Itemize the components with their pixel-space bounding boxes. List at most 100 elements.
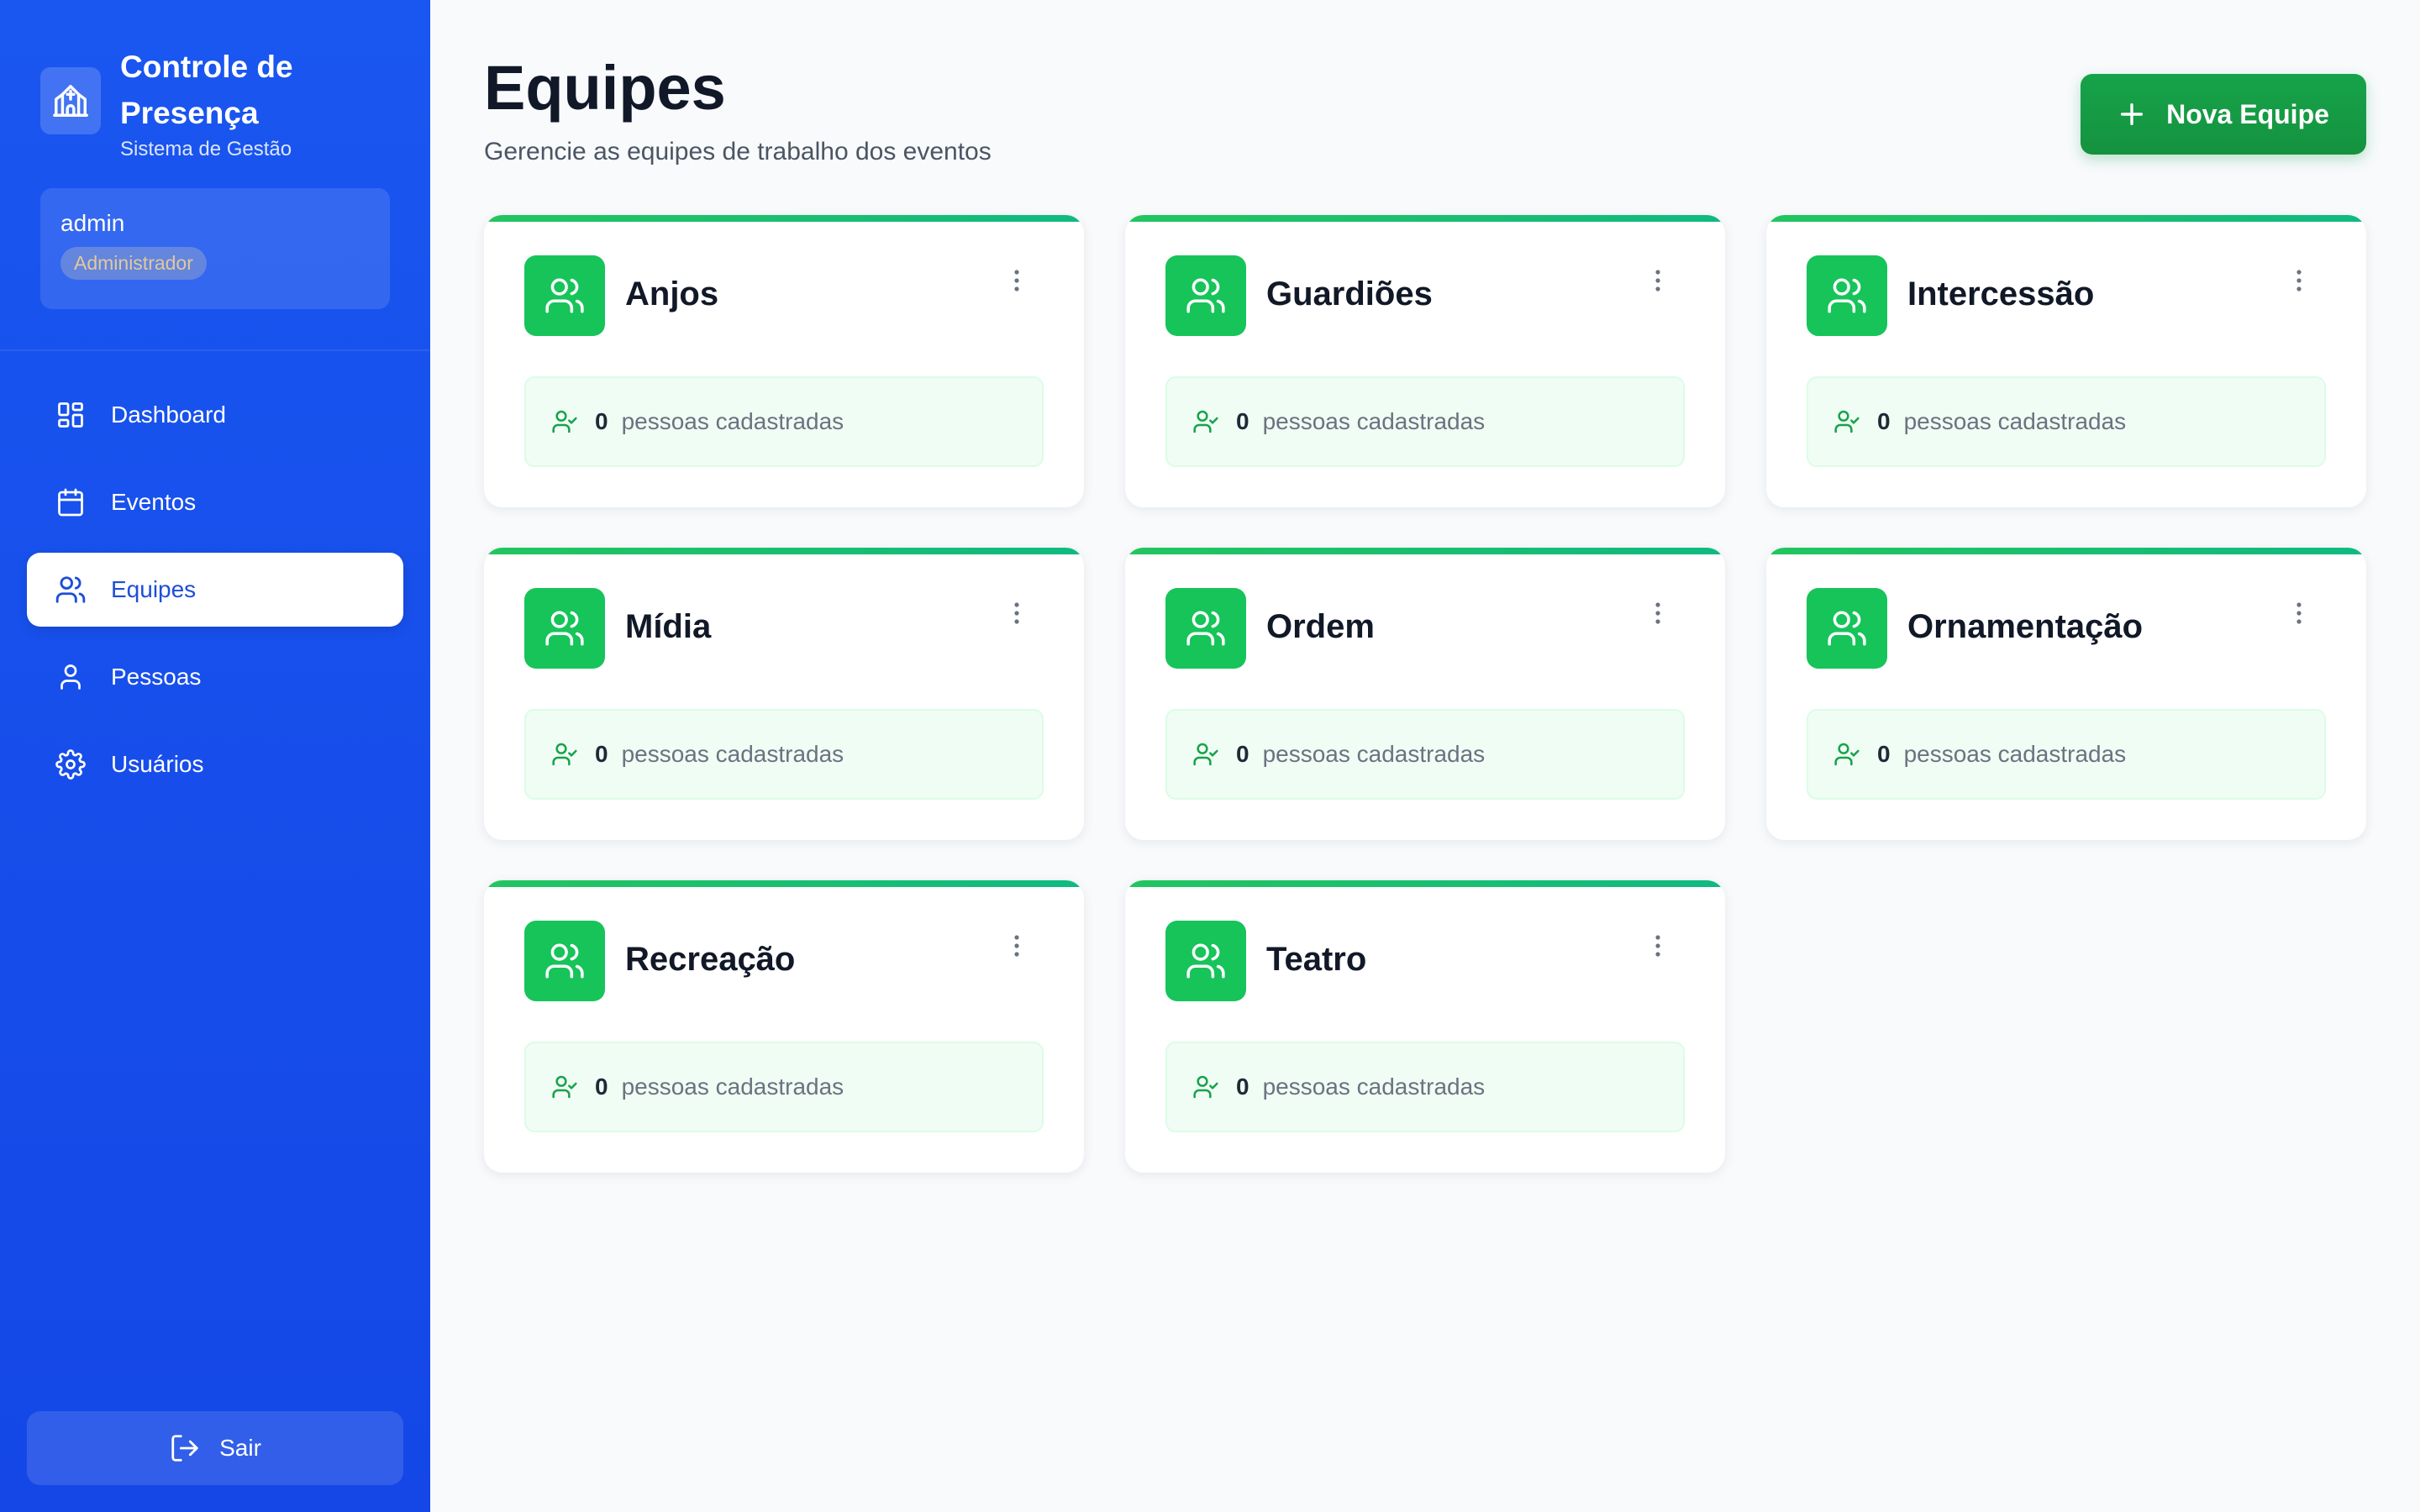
team-card[interactable]: Guardiões 0 pessoas cadastradas xyxy=(1125,215,1725,507)
more-vertical-icon[interactable] xyxy=(1008,596,1025,630)
card-accent-bar xyxy=(1766,215,2366,222)
team-member-stat: 0 pessoas cadastradas xyxy=(524,1042,1044,1132)
team-users-icon xyxy=(1165,255,1246,336)
more-vertical-icon[interactable] xyxy=(1649,264,1666,297)
team-users-icon xyxy=(524,255,605,336)
team-name: Intercessão xyxy=(1907,276,2095,312)
team-member-count: 0 xyxy=(595,1074,608,1100)
brand-title: Controle de Presença xyxy=(120,50,293,130)
team-member-stat: 0 pessoas cadastradas xyxy=(524,376,1044,467)
app-root: Controle de Presença Sistema de Gestão a… xyxy=(0,0,2420,1512)
card-accent-bar xyxy=(1125,548,1725,554)
sidebar-item-label: Pessoas xyxy=(111,664,202,690)
team-name: Recreação xyxy=(625,941,796,978)
user-check-icon xyxy=(1192,407,1221,436)
user-card: admin Administrador xyxy=(40,188,390,309)
users-icon xyxy=(54,573,87,606)
more-vertical-icon[interactable] xyxy=(1008,929,1025,963)
team-member-count: 0 xyxy=(595,741,608,767)
gear-icon xyxy=(54,748,87,781)
team-card[interactable]: Mídia 0 pessoas cadastradas xyxy=(484,548,1084,840)
sidebar-item-dashboard[interactable]: Dashboard xyxy=(27,378,403,452)
team-users-icon xyxy=(1165,588,1246,669)
team-card[interactable]: Teatro 0 pessoas cadastradas xyxy=(1125,880,1725,1173)
user-name: admin xyxy=(60,210,125,236)
team-member-count: 0 xyxy=(1236,1074,1249,1100)
user-check-icon xyxy=(551,407,580,436)
user-check-icon xyxy=(1833,407,1862,436)
sidebar-item-usuarios[interactable]: Usuários xyxy=(27,727,403,801)
card-accent-bar xyxy=(484,548,1084,554)
sidebar-item-pessoas[interactable]: Pessoas xyxy=(27,640,403,714)
more-vertical-icon[interactable] xyxy=(1649,929,1666,963)
sidebar-item-label: Dashboard xyxy=(111,402,226,428)
team-member-label: pessoas cadastradas xyxy=(1903,408,2127,434)
more-vertical-icon[interactable] xyxy=(2291,264,2307,297)
more-vertical-icon[interactable] xyxy=(1008,264,1025,297)
team-member-stat: 0 pessoas cadastradas xyxy=(1807,709,2326,800)
team-users-icon xyxy=(1807,255,1887,336)
team-users-icon xyxy=(524,588,605,669)
team-card[interactable]: Anjos 0 pessoas cadastradas xyxy=(484,215,1084,507)
team-member-label: pessoas cadastradas xyxy=(621,408,844,434)
card-accent-bar xyxy=(1766,548,2366,554)
sidebar-item-equipes[interactable]: Equipes xyxy=(27,553,403,627)
calendar-icon xyxy=(54,486,87,519)
sidebar-divider xyxy=(0,349,430,351)
sidebar-item-label: Eventos xyxy=(111,489,197,515)
card-accent-bar xyxy=(1125,215,1725,222)
team-member-stat: 0 pessoas cadastradas xyxy=(1807,376,2326,467)
team-member-count: 0 xyxy=(1877,741,1891,767)
team-member-count: 0 xyxy=(595,408,608,434)
team-member-label: pessoas cadastradas xyxy=(621,1074,844,1100)
sidebar-item-label: Usuários xyxy=(111,751,204,777)
sidebar-item-label: Equipes xyxy=(111,576,197,602)
team-name: Teatro xyxy=(1266,941,1367,978)
team-users-icon xyxy=(524,921,605,1001)
sidebar-item-eventos[interactable]: Eventos xyxy=(27,465,403,539)
new-team-button[interactable]: Nova Equipe xyxy=(2081,74,2366,155)
team-grid: Anjos 0 pessoas cadastradas Guardiões 0 … xyxy=(484,215,2366,1173)
user-check-icon xyxy=(1192,740,1221,769)
team-name: Guardiões xyxy=(1266,276,1433,312)
team-name: Mídia xyxy=(625,608,712,645)
user-role-badge: Administrador xyxy=(60,247,207,280)
sidebar: Controle de Presença Sistema de Gestão a… xyxy=(0,0,430,1512)
brand: Controle de Presença Sistema de Gestão xyxy=(40,44,322,161)
team-card[interactable]: Intercessão 0 pessoas cadastradas xyxy=(1766,215,2366,507)
team-member-label: pessoas cadastradas xyxy=(621,741,844,767)
user-check-icon xyxy=(1192,1073,1221,1101)
team-card[interactable]: Recreação 0 pessoas cadastradas xyxy=(484,880,1084,1173)
team-member-label: pessoas cadastradas xyxy=(1262,408,1486,434)
team-member-stat: 0 pessoas cadastradas xyxy=(1165,709,1685,800)
plus-icon xyxy=(2118,99,2148,129)
card-accent-bar xyxy=(1125,880,1725,887)
team-member-count: 0 xyxy=(1877,408,1891,434)
sidebar-nav: Dashboard Eventos Equipes Pessoas Usuári… xyxy=(27,378,403,815)
page-title: Equipes xyxy=(484,53,726,123)
dashboard-icon xyxy=(54,398,87,432)
team-member-stat: 0 pessoas cadastradas xyxy=(1165,1042,1685,1132)
team-member-stat: 0 pessoas cadastradas xyxy=(1165,376,1685,467)
card-accent-bar xyxy=(484,880,1084,887)
team-name: Ordem xyxy=(1266,608,1375,645)
logout-icon xyxy=(169,1431,203,1465)
team-member-count: 0 xyxy=(1236,408,1249,434)
brand-subtitle: Sistema de Gestão xyxy=(120,138,292,160)
team-member-label: pessoas cadastradas xyxy=(1262,741,1486,767)
logout-button[interactable]: Sair xyxy=(27,1411,403,1485)
card-accent-bar xyxy=(484,215,1084,222)
more-vertical-icon[interactable] xyxy=(2291,596,2307,630)
team-name: Anjos xyxy=(625,276,719,312)
user-check-icon xyxy=(1833,740,1862,769)
user-check-icon xyxy=(551,1073,580,1101)
user-icon xyxy=(54,660,87,694)
team-card[interactable]: Ornamentação 0 pessoas cadastradas xyxy=(1766,548,2366,840)
team-card[interactable]: Ordem 0 pessoas cadastradas xyxy=(1125,548,1725,840)
user-check-icon xyxy=(551,740,580,769)
more-vertical-icon[interactable] xyxy=(1649,596,1666,630)
team-users-icon xyxy=(1165,921,1246,1001)
team-member-label: pessoas cadastradas xyxy=(1903,741,2127,767)
team-name: Ornamentação xyxy=(1907,608,2144,645)
church-logo-icon xyxy=(40,67,101,134)
